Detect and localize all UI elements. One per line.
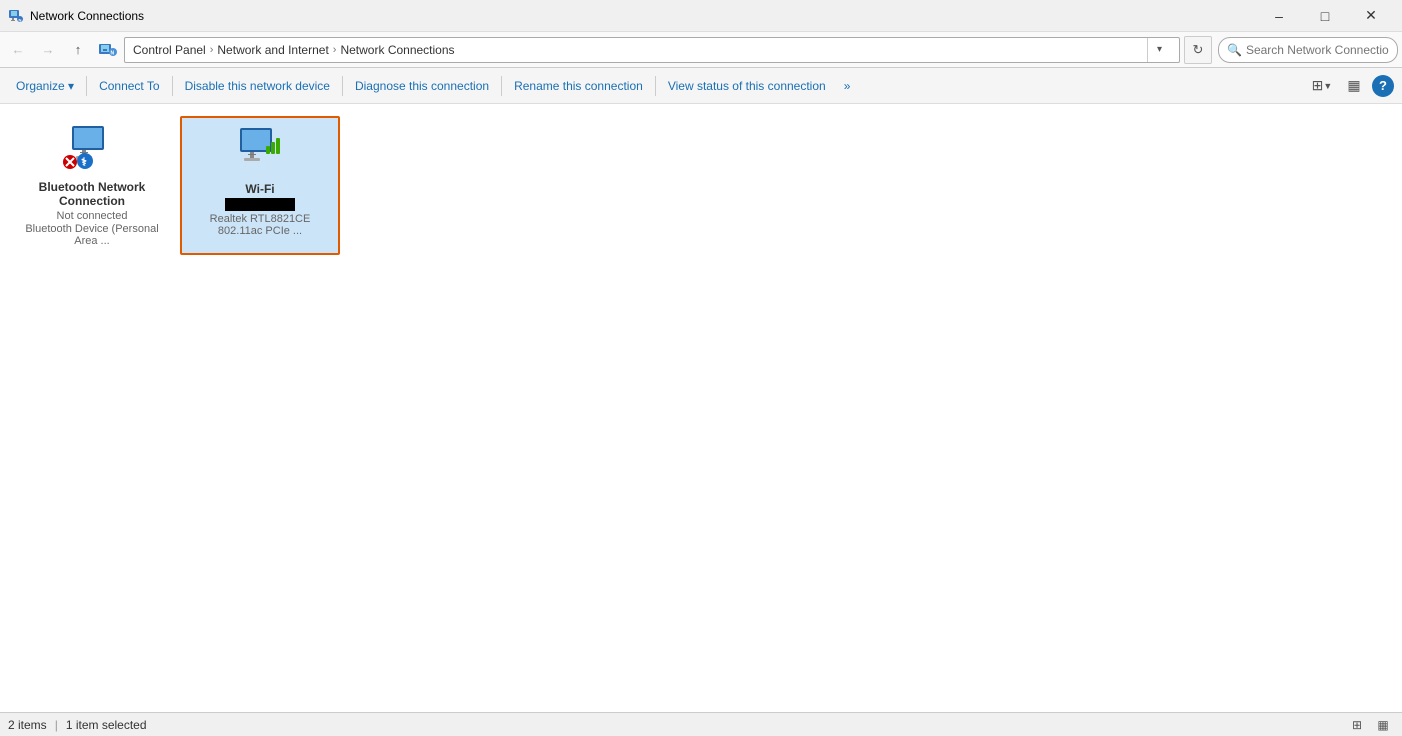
rename-button[interactable]: Rename this connection [506,75,651,97]
title-bar-text: Network Connections [30,9,1256,23]
selection-status: 1 item selected [66,718,147,732]
wifi-ssid-redacted [225,198,295,211]
search-box[interactable]: 🔍 [1218,37,1398,63]
address-bar: ← → ↑ N Control Panel › Network and Inte… [0,32,1402,68]
items-container: ⚕ Bluetooth Network Connection Not conne… [0,104,1402,712]
breadcrumb-control-panel[interactable]: Control Panel [133,43,206,57]
help-icon: ? [1379,78,1387,93]
refresh-button[interactable]: ↻ [1184,36,1212,64]
help-button[interactable]: ? [1372,75,1394,97]
toolbar-separator-5 [655,76,656,96]
search-icon: 🔍 [1227,43,1242,57]
view-icon-button[interactable]: ⊞ ▼ [1308,72,1336,100]
title-bar-controls: – □ ✕ [1256,0,1394,32]
bluetooth-detail: Bluetooth Device (Personal Area ... [20,223,164,247]
toolbar-separator-1 [86,76,87,96]
title-bar: N Network Connections – □ ✕ [0,0,1402,32]
toolbar: Organize ▾ Connect To Disable this netwo… [0,68,1402,104]
bluetooth-network-item[interactable]: ⚕ Bluetooth Network Connection Not conne… [12,116,172,255]
disable-button[interactable]: Disable this network device [177,75,338,97]
close-button[interactable]: ✕ [1348,0,1394,32]
forward-button[interactable]: → [34,36,62,64]
bluetooth-icon: ⚕ [76,152,94,170]
maximize-button[interactable]: □ [1302,0,1348,32]
wifi-computer-icon [236,126,284,168]
title-bar-icon: N [8,8,24,24]
wifi-network-item[interactable]: Wi-Fi Realtek RTL8821CE 802.11ac PCIe ..… [180,116,340,255]
svg-text:N: N [111,50,115,56]
wifi-icon-area [230,126,290,176]
bluetooth-status: Not connected [57,210,128,222]
content-area: ⚕ Bluetooth Network Connection Not conne… [0,104,1402,712]
up-button[interactable]: ↑ [64,36,92,64]
toolbar-separator-2 [172,76,173,96]
bluetooth-name: Bluetooth Network Connection [20,180,164,208]
more-button[interactable]: » [836,75,859,97]
status-bar: 2 items | 1 item selected ⊞ ▦ [0,712,1402,736]
svg-text:N: N [19,17,22,22]
item-count: 2 items [8,718,47,732]
view-dropdown-icon: ▼ [1323,81,1332,91]
wifi-detail: Realtek RTL8821CE 802.11ac PCIe ... [190,213,330,237]
connect-to-button[interactable]: Connect To [91,75,168,97]
breadcrumb-network-connections[interactable]: Network Connections [340,43,454,57]
address-dropdown-button[interactable]: ▾ [1147,38,1171,62]
svg-text:⚕: ⚕ [81,157,87,169]
status-view-button-2[interactable]: ▦ [1372,715,1394,735]
address-field[interactable]: Control Panel › Network and Internet › N… [124,37,1180,63]
organize-button[interactable]: Organize ▾ [8,75,82,97]
toolbar-separator-4 [501,76,502,96]
back-button[interactable]: ← [4,36,32,64]
search-input[interactable] [1246,43,1389,57]
view-status-button[interactable]: View status of this connection [660,75,834,97]
minimize-button[interactable]: – [1256,0,1302,32]
toolbar-right: ⊞ ▼ ▦ ? [1308,72,1394,100]
wifi-name: Wi-Fi [245,182,274,196]
breadcrumb-network-internet[interactable]: Network and Internet [217,43,328,57]
preview-pane-icon: ▦ [1347,77,1360,94]
status-separator: | [55,718,58,732]
breadcrumb: Control Panel › Network and Internet › N… [133,43,1147,57]
toolbar-separator-3 [342,76,343,96]
preview-pane-button[interactable]: ▦ [1340,72,1368,100]
location-icon: N [98,40,118,60]
bluetooth-icon-area: ⚕ [62,124,122,174]
diagnose-button[interactable]: Diagnose this connection [347,75,497,97]
view-icon: ⊞ [1312,77,1324,94]
status-bar-right: ⊞ ▦ [1346,715,1394,735]
status-view-button-1[interactable]: ⊞ [1346,715,1368,735]
